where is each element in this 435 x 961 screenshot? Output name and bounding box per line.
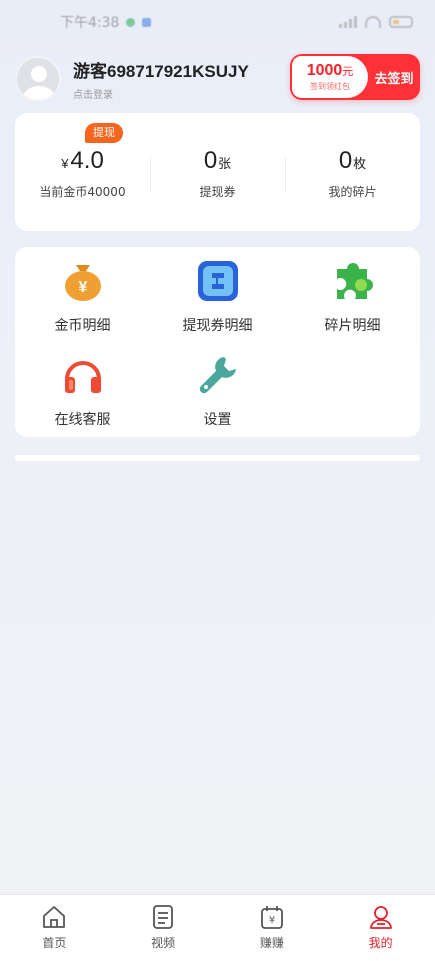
wrench-icon bbox=[196, 353, 240, 397]
nav-label: 赚赚 bbox=[259, 936, 284, 950]
fragments-value: 0枚 bbox=[338, 147, 367, 174]
money-bag-icon: ¥ bbox=[61, 259, 105, 303]
status-time: 下午4:38 bbox=[60, 15, 120, 31]
svg-text:¥: ¥ bbox=[78, 279, 87, 296]
menu-card: ¥ 金币明细 提现券明细 碎片明细 在线客服 设置 bbox=[15, 247, 420, 437]
nav-label: 首页 bbox=[42, 936, 67, 950]
fragments-unit: 枚 bbox=[353, 156, 367, 171]
nav-video[interactable]: 视频 bbox=[109, 895, 218, 961]
notification-icon bbox=[126, 17, 136, 27]
headphones-icon bbox=[61, 353, 105, 397]
battery-icon bbox=[389, 16, 413, 28]
svg-text:¥: ¥ bbox=[269, 915, 275, 926]
content-strip bbox=[15, 455, 420, 461]
checkin-amount: 1000元 bbox=[306, 62, 354, 79]
app-notification-icon bbox=[142, 17, 152, 27]
coins-value: ¥4.0 bbox=[61, 147, 104, 174]
checkin-amount-unit: 元 bbox=[342, 66, 354, 78]
coins-label: 当前金币40000 bbox=[39, 185, 126, 199]
menu-item-fragment-details[interactable]: 碎片明细 bbox=[285, 259, 420, 335]
login-hint: 点击登录 bbox=[73, 90, 113, 101]
menu-label: 设置 bbox=[203, 412, 232, 428]
checkin-reward: 1000元 签到领红包 bbox=[292, 56, 368, 98]
menu-item-customer-service[interactable]: 在线客服 bbox=[15, 353, 150, 429]
nav-mine[interactable]: 我的 bbox=[326, 895, 435, 961]
status-bar: 下午4:38 bbox=[0, 0, 435, 44]
coupons-value: 0张 bbox=[203, 147, 232, 174]
menu-label: 在线客服 bbox=[54, 412, 111, 428]
stats-card: 提现 ¥4.0 当前金币40000 0张 提现券 0枚 我的碎片 bbox=[15, 113, 420, 231]
username: 游客698717921KSUJY bbox=[73, 62, 249, 81]
nav-label: 视频 bbox=[151, 936, 176, 950]
coupons-label: 提现券 bbox=[199, 185, 236, 199]
profile-icon bbox=[369, 906, 392, 929]
menu-item-coin-details[interactable]: ¥ 金币明细 bbox=[15, 259, 150, 335]
currency-symbol: ¥ bbox=[61, 156, 69, 171]
home-icon bbox=[43, 906, 66, 928]
checkin-button[interactable]: 1000元 签到领红包 去签到 bbox=[290, 54, 420, 100]
bottom-nav: 首页 视频 ¥ 赚赚 我的 bbox=[0, 894, 435, 961]
menu-label: 碎片明细 bbox=[324, 318, 381, 334]
wallet-icon: ¥ bbox=[260, 906, 283, 929]
stat-coins[interactable]: ¥4.0 当前金币40000 bbox=[15, 113, 150, 231]
avatar[interactable] bbox=[15, 56, 61, 102]
ticket-icon bbox=[196, 259, 240, 303]
user-header: 游客698717921KSUJY 点击登录 1000元 签到领红包 去签到 bbox=[15, 52, 420, 106]
signal-icon bbox=[339, 16, 357, 28]
user-info[interactable]: 游客698717921KSUJY 点击登录 bbox=[73, 57, 249, 101]
coupons-unit: 张 bbox=[218, 156, 232, 171]
stat-coupons[interactable]: 0张 提现券 bbox=[150, 113, 285, 231]
menu-item-settings[interactable]: 设置 bbox=[150, 353, 285, 429]
nav-earn[interactable]: ¥ 赚赚 bbox=[218, 895, 327, 961]
puzzle-icon bbox=[331, 259, 375, 303]
menu-label: 金币明细 bbox=[54, 318, 111, 334]
wifi-icon bbox=[365, 16, 381, 28]
menu-item-coupon-details[interactable]: 提现券明细 bbox=[150, 259, 285, 335]
nav-home[interactable]: 首页 bbox=[0, 895, 109, 961]
fragments-label: 我的碎片 bbox=[328, 185, 377, 199]
nav-label: 我的 bbox=[368, 936, 393, 950]
document-icon bbox=[153, 905, 174, 929]
menu-label: 提现券明细 bbox=[182, 318, 253, 334]
stat-fragments[interactable]: 0枚 我的碎片 bbox=[285, 113, 420, 231]
checkin-label: 去签到 bbox=[374, 71, 414, 87]
checkin-subtitle: 签到领红包 bbox=[310, 82, 350, 91]
